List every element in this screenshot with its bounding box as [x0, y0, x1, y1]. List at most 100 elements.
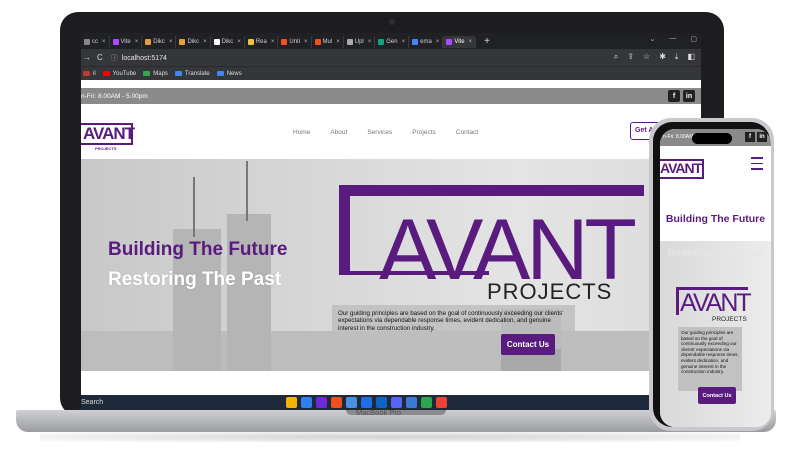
- app-icon[interactable]: [316, 397, 327, 408]
- browser-tab[interactable]: Rea ×: [245, 36, 279, 48]
- phone-hero-logo: AVANT PROJECTS: [676, 287, 752, 325]
- laptop-screen: cc × Vite × Dikc × Dikc × Dikc × Rea × Unti × Mul × Upl ×…: [81, 33, 701, 410]
- tab-label: ema: [420, 39, 432, 45]
- tab-favicon-icon: [179, 39, 186, 45]
- camera-dot: [389, 19, 395, 25]
- browser-tab[interactable]: Gen ×: [375, 36, 410, 48]
- url-field[interactable]: ⓘ localhost:5174: [111, 53, 167, 63]
- mockup-stage: cc × Vite × Dikc × Dikc × Dikc × Rea × Unti × Mul × Upl ×…: [0, 0, 787, 473]
- tab-close-icon[interactable]: ×: [102, 39, 106, 45]
- app-icon[interactable]: [436, 397, 447, 408]
- browser-tab[interactable]: Vite ×: [443, 36, 477, 48]
- tab-label: Mul: [322, 39, 333, 45]
- bookmark-item[interactable]: Maps: [143, 71, 168, 77]
- sidepanel-icon[interactable]: ◧: [687, 52, 695, 62]
- linkedin-icon[interactable]: in: [683, 90, 695, 102]
- tab-close-icon[interactable]: ×: [135, 39, 139, 45]
- info-icon[interactable]: ⓘ: [111, 55, 118, 62]
- browser-tab[interactable]: Vite ×: [110, 36, 143, 48]
- nav-services[interactable]: Services: [367, 129, 392, 136]
- hero-section: Building The Future Restoring The Past A…: [81, 159, 701, 371]
- phone-hero-subtitle: Restoring The Past: [667, 247, 764, 259]
- tab-label: Dikc: [153, 39, 165, 45]
- discord-icon[interactable]: [391, 397, 402, 408]
- tab-favicon-icon: [213, 39, 220, 45]
- bookmark-item[interactable]: News: [216, 71, 242, 77]
- bookmark-label: Maps: [153, 70, 168, 77]
- tab-favicon-icon: [412, 39, 419, 45]
- phone-social-links: f in: [745, 132, 767, 142]
- app-icon[interactable]: [421, 397, 432, 408]
- browser-tab[interactable]: Dikc ×: [176, 36, 211, 48]
- device-brand: MacBook Pro: [356, 408, 402, 417]
- tab-close-icon[interactable]: ×: [368, 39, 372, 45]
- tab-close-icon[interactable]: ×: [436, 39, 440, 45]
- tab-close-icon[interactable]: ×: [237, 39, 241, 45]
- figma-icon[interactable]: [331, 397, 342, 408]
- phone-intro-text: Our guiding principles are based on the …: [678, 327, 742, 391]
- browser-tab[interactable]: cc ×: [81, 36, 110, 48]
- back-icon[interactable]: →: [83, 53, 91, 62]
- crane-image: [246, 161, 248, 221]
- tab-close-icon[interactable]: ×: [469, 39, 473, 45]
- browser-tab[interactable]: Mul ×: [312, 36, 344, 48]
- nav-home[interactable]: Home: [293, 129, 310, 136]
- chrome-icon[interactable]: [286, 397, 297, 408]
- mail-icon[interactable]: [361, 397, 372, 408]
- nav-contact[interactable]: Contact: [456, 129, 478, 136]
- tab-label: Gen: [386, 39, 398, 45]
- tab-close-icon[interactable]: ×: [336, 39, 340, 45]
- window-controls: ⌄ — ▢: [650, 35, 698, 43]
- tab-close-icon[interactable]: ×: [169, 39, 173, 45]
- nav-about[interactable]: About: [330, 129, 347, 136]
- minimize-icon[interactable]: —: [669, 35, 676, 43]
- browser-tab[interactable]: ema ×: [409, 36, 444, 48]
- bookmark-item[interactable]: il: [83, 71, 96, 77]
- nav-projects[interactable]: Projects: [412, 129, 435, 136]
- tab-label: Unti: [289, 39, 301, 45]
- share-icon[interactable]: ⇪: [627, 52, 634, 62]
- phone-logo[interactable]: AVANT: [660, 159, 704, 179]
- bookmark-item[interactable]: YouTube: [102, 71, 136, 77]
- reload-icon[interactable]: C: [97, 53, 103, 62]
- linkedin-icon[interactable]: in: [757, 132, 767, 142]
- star-icon[interactable]: ☆: [643, 52, 650, 62]
- contact-us-button[interactable]: Contact Us: [501, 334, 555, 355]
- vscode-icon[interactable]: [301, 397, 312, 408]
- browser-tab[interactable]: Unti ×: [278, 36, 312, 48]
- browser-tab[interactable]: Upl ×: [344, 36, 376, 48]
- phone-hero-logo-subtext: PROJECTS: [712, 316, 747, 323]
- phone-contact-us-button[interactable]: Contact Us: [698, 387, 736, 404]
- tab-close-icon[interactable]: ×: [203, 39, 207, 45]
- browser-tab[interactable]: Dikc ×: [211, 36, 245, 48]
- chevron-down-icon[interactable]: ⌄: [650, 35, 656, 43]
- download-icon[interactable]: ⤓: [675, 52, 679, 62]
- tab-favicon-icon: [247, 39, 254, 45]
- tab-close-icon[interactable]: ×: [402, 39, 406, 45]
- phone-screen: n-Fri: 8.00AM f in AVANT Building The Fu…: [660, 129, 771, 427]
- facebook-icon[interactable]: f: [668, 90, 680, 102]
- hero-logo-subtext: PROJECTS: [487, 279, 613, 304]
- extensions-icon[interactable]: ✱: [659, 52, 666, 62]
- hero-title: Building The Future: [108, 239, 288, 260]
- tab-close-icon[interactable]: ×: [304, 39, 308, 45]
- hamburger-menu-icon[interactable]: [751, 157, 763, 174]
- store-icon[interactable]: [406, 397, 417, 408]
- crane-image: [193, 177, 195, 237]
- laptop-shadow: [40, 432, 740, 442]
- tab-close-icon[interactable]: ×: [271, 39, 275, 45]
- linkedin-app-icon[interactable]: [376, 397, 387, 408]
- tab-label: Vite: [454, 39, 465, 45]
- tab-label: Upl: [354, 39, 364, 45]
- browser-tab[interactable]: Dikc ×: [142, 36, 177, 48]
- search-icon[interactable]: ⌕: [614, 52, 618, 62]
- bookmark-item[interactable]: Translate: [174, 71, 210, 77]
- site-logo[interactable]: AVANT PROJECTS: [81, 123, 135, 151]
- new-tab-button[interactable]: +: [484, 36, 490, 47]
- taskbar-search[interactable]: Search: [81, 399, 103, 406]
- tab-label: cc: [92, 39, 98, 45]
- folder-icon[interactable]: [346, 397, 357, 408]
- maximize-icon[interactable]: ▢: [690, 35, 697, 43]
- site-header: AVANT PROJECTS Home About Services Proje…: [81, 104, 701, 159]
- facebook-icon[interactable]: f: [745, 132, 755, 142]
